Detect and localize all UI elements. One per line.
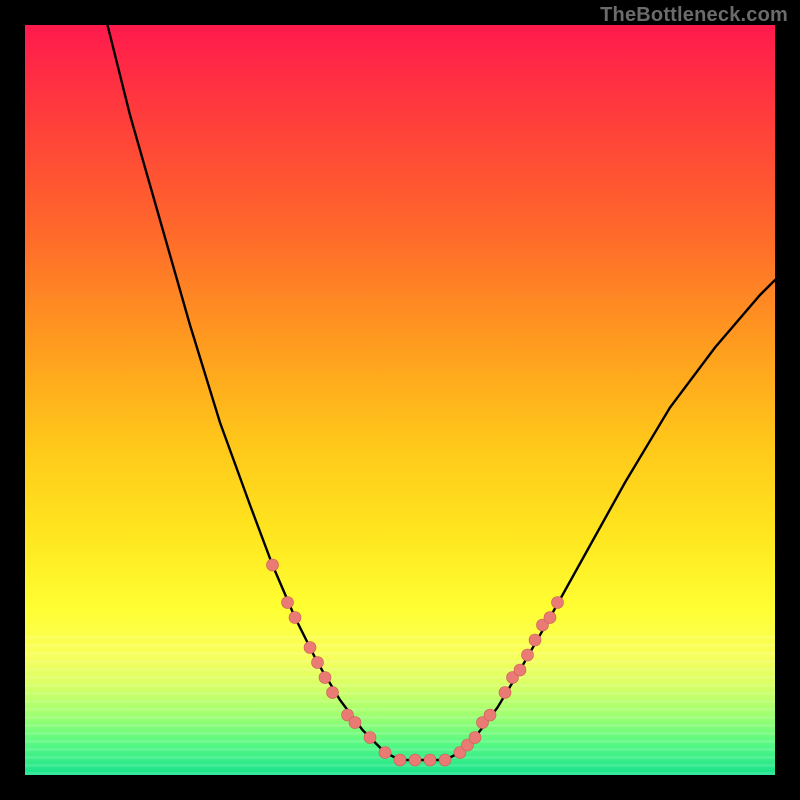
data-marker bbox=[289, 612, 301, 624]
data-marker bbox=[484, 709, 496, 721]
data-marker bbox=[282, 597, 294, 609]
data-marker bbox=[424, 754, 436, 766]
data-marker bbox=[379, 747, 391, 759]
data-marker bbox=[544, 612, 556, 624]
branding-watermark: TheBottleneck.com bbox=[600, 4, 788, 27]
data-marker bbox=[304, 642, 316, 654]
data-marker bbox=[409, 754, 421, 766]
bottleneck-curve bbox=[25, 25, 775, 775]
data-marker bbox=[267, 559, 279, 571]
data-marker bbox=[469, 732, 481, 744]
data-marker bbox=[529, 634, 541, 646]
data-marker bbox=[327, 687, 339, 699]
chart-frame: TheBottleneck.com bbox=[0, 0, 800, 800]
data-marker bbox=[312, 657, 324, 669]
data-marker bbox=[552, 597, 564, 609]
data-marker bbox=[364, 732, 376, 744]
plot-area bbox=[25, 25, 775, 775]
data-marker bbox=[439, 754, 451, 766]
data-marker bbox=[522, 649, 534, 661]
data-marker bbox=[499, 687, 511, 699]
data-marker bbox=[319, 672, 331, 684]
data-marker bbox=[394, 754, 406, 766]
data-marker bbox=[514, 664, 526, 676]
curve-path bbox=[108, 25, 776, 760]
data-marker bbox=[349, 717, 361, 729]
